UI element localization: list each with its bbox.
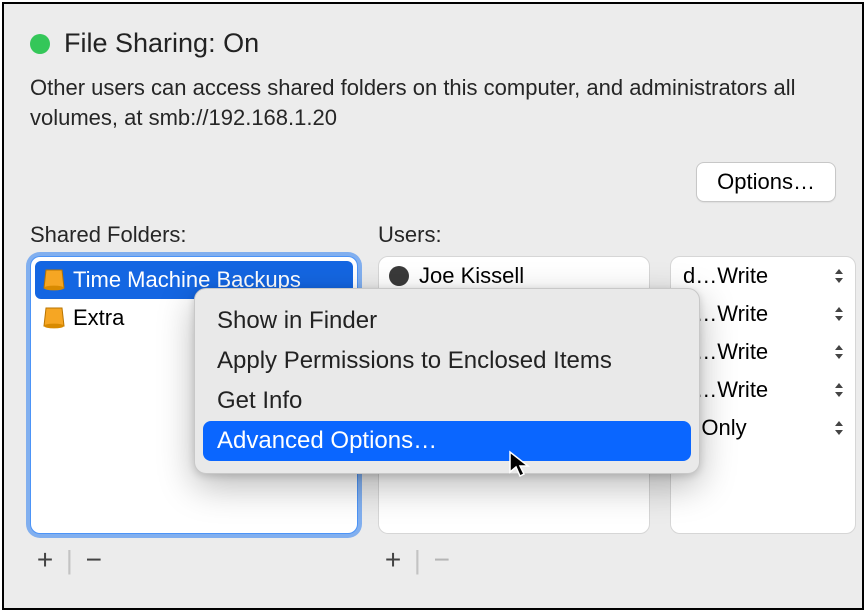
file-sharing-panel: File Sharing: On Other users can access … [2, 2, 864, 610]
menu-item-advanced-options[interactable]: Advanced Options… [203, 421, 691, 461]
header-row: File Sharing: On [30, 28, 836, 59]
add-folder-button[interactable]: + [30, 544, 60, 576]
drive-icon [43, 268, 65, 292]
users-header: Users: [378, 222, 650, 248]
remove-user-button[interactable]: − [427, 544, 457, 576]
permission-label: d…Write [683, 263, 768, 289]
context-menu[interactable]: Show in Finder Apply Permissions to Encl… [194, 288, 700, 474]
panel-description: Other users can access shared folders on… [30, 73, 820, 132]
separator: | [414, 545, 421, 576]
user-avatar-icon [389, 266, 409, 286]
options-row: Options… [30, 162, 836, 202]
options-button[interactable]: Options… [696, 162, 836, 202]
updown-icon[interactable] [833, 381, 845, 399]
menu-item-get-info[interactable]: Get Info [203, 381, 691, 421]
updown-icon[interactable] [833, 305, 845, 323]
menu-item-show-in-finder[interactable]: Show in Finder [203, 301, 691, 341]
cursor-icon [508, 450, 530, 483]
permissions-header-spacer [670, 222, 856, 248]
users-add-remove: + | − [378, 544, 650, 576]
updown-icon[interactable] [833, 343, 845, 361]
drive-icon [43, 306, 65, 330]
shared-folders-header: Shared Folders: [30, 222, 358, 248]
separator: | [66, 545, 73, 576]
folders-add-remove: + | − [30, 544, 358, 576]
user-label: Joe Kissell [419, 263, 524, 289]
menu-item-apply-permissions[interactable]: Apply Permissions to Enclosed Items [203, 341, 691, 381]
status-indicator-icon [30, 34, 50, 54]
remove-folder-button[interactable]: − [79, 544, 109, 576]
updown-icon[interactable] [833, 267, 845, 285]
panel-title: File Sharing: On [64, 28, 259, 59]
updown-icon[interactable] [833, 419, 845, 437]
add-user-button[interactable]: + [378, 544, 408, 576]
folder-label: Extra [73, 305, 124, 331]
permission-row[interactable]: d…Write [671, 257, 855, 295]
